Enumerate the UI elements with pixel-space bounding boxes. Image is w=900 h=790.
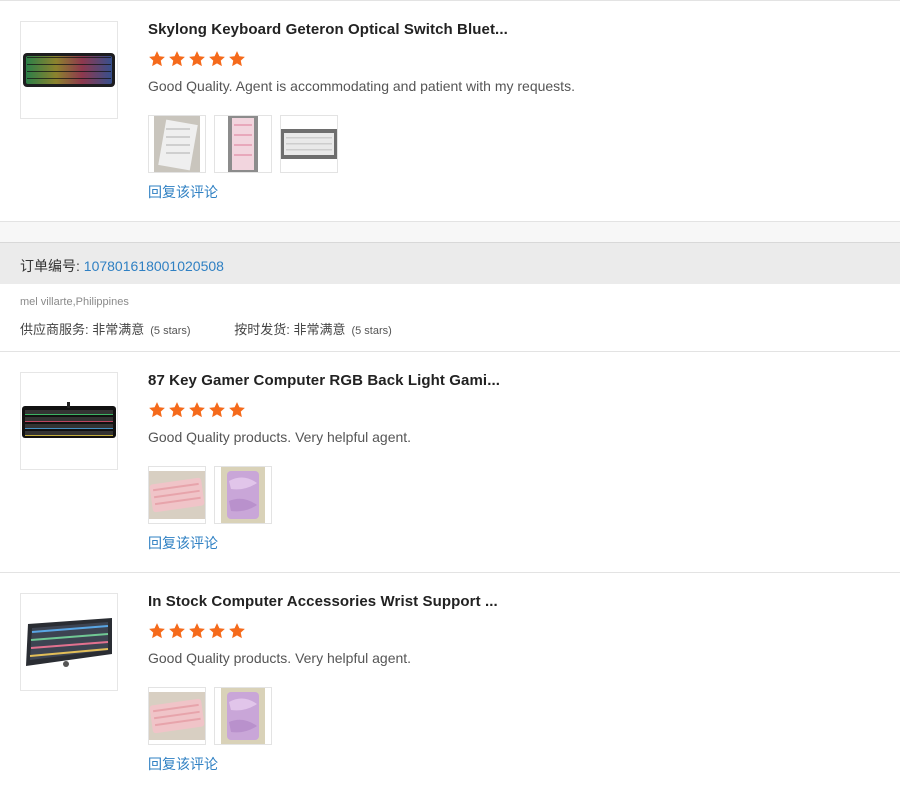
product-title[interactable]: 87 Key Gamer Computer RGB Back Light Gam…: [148, 372, 500, 389]
review-item: 87 Key Gamer Computer RGB Back Light Gam…: [0, 372, 900, 552]
review-photo[interactable]: [214, 115, 272, 173]
star-icon: [169, 402, 185, 418]
product-thumbnail[interactable]: [20, 372, 118, 470]
star-rating: [148, 622, 246, 640]
review-photo[interactable]: [280, 115, 338, 173]
product-thumbnail[interactable]: [20, 21, 118, 119]
star-icon: [229, 623, 245, 639]
reply-link[interactable]: 回复该评论: [148, 533, 218, 553]
order-number-label: 订单编号:: [20, 258, 84, 274]
star-icon: [169, 623, 185, 639]
photo-image: [281, 129, 337, 159]
reply-link[interactable]: 回复该评论: [148, 754, 218, 774]
seller-ratings: 供应商服务: 非常满意 (5 stars) 按时发货: 非常满意 (5 stars): [20, 319, 432, 338]
product-thumbnail[interactable]: [20, 593, 118, 691]
review-photo[interactable]: [148, 115, 206, 173]
star-icon: [149, 51, 165, 67]
rating-stars-text: (5 stars): [150, 325, 191, 337]
star-icon: [189, 623, 205, 639]
section-divider: [0, 572, 900, 573]
star-icon: [209, 623, 225, 639]
photo-image: [221, 467, 265, 523]
star-icon: [209, 402, 225, 418]
rating-value: 非常满意: [293, 322, 346, 337]
section-divider: [0, 351, 900, 352]
review-photo[interactable]: [214, 466, 272, 524]
star-icon: [209, 51, 225, 67]
star-rating: [148, 50, 246, 68]
product-title[interactable]: Skylong Keyboard Geteron Optical Switch …: [148, 21, 508, 38]
rating-value: 非常满意: [92, 322, 145, 337]
photo-image: [228, 116, 258, 172]
order-number-row: 订单编号: 107801618001020508: [20, 256, 224, 276]
review-photos: [148, 115, 338, 173]
keyboard-image: [26, 618, 112, 667]
rating-stars-text: (5 stars): [351, 325, 392, 337]
rating-on-time-delivery: 按时发货: 非常满意 (5 stars): [234, 319, 392, 338]
star-rating: [148, 401, 246, 419]
review-item: Skylong Keyboard Geteron Optical Switch …: [0, 21, 900, 201]
review-photos: [148, 466, 272, 524]
photo-image: [154, 116, 200, 172]
star-icon: [229, 402, 245, 418]
order-header: 订单编号: 107801618001020508: [0, 242, 900, 284]
review-photos: [148, 687, 272, 745]
review-comment: Good Quality products. Very helpful agen…: [148, 650, 412, 666]
keyboard-image: [22, 402, 116, 438]
review-item: In Stock Computer Accessories Wrist Supp…: [0, 593, 900, 773]
section-gap: [0, 222, 900, 242]
reply-link[interactable]: 回复该评论: [148, 182, 218, 202]
star-icon: [149, 623, 165, 639]
star-icon: [169, 51, 185, 67]
rating-label: 供应商服务:: [20, 322, 93, 337]
star-icon: [189, 51, 205, 67]
photo-image: [221, 688, 265, 744]
rating-supplier-service: 供应商服务: 非常满意 (5 stars): [20, 319, 191, 338]
photo-image: [149, 471, 205, 519]
product-title[interactable]: In Stock Computer Accessories Wrist Supp…: [148, 593, 498, 610]
review-photo[interactable]: [148, 466, 206, 524]
review-photo[interactable]: [214, 687, 272, 745]
review-photo[interactable]: [148, 687, 206, 745]
review-comment: Good Quality products. Very helpful agen…: [148, 429, 412, 445]
rating-label: 按时发货:: [234, 322, 294, 337]
order-number-link[interactable]: 107801618001020508: [84, 258, 224, 274]
star-icon: [229, 51, 245, 67]
top-divider: [0, 0, 900, 1]
buyer-info: mel villarte,Philippines: [20, 296, 129, 308]
review-comment: Good Quality. Agent is accommodating and…: [148, 78, 575, 94]
star-icon: [189, 402, 205, 418]
star-icon: [149, 402, 165, 418]
photo-image: [149, 692, 205, 740]
keyboard-image: [23, 53, 115, 87]
